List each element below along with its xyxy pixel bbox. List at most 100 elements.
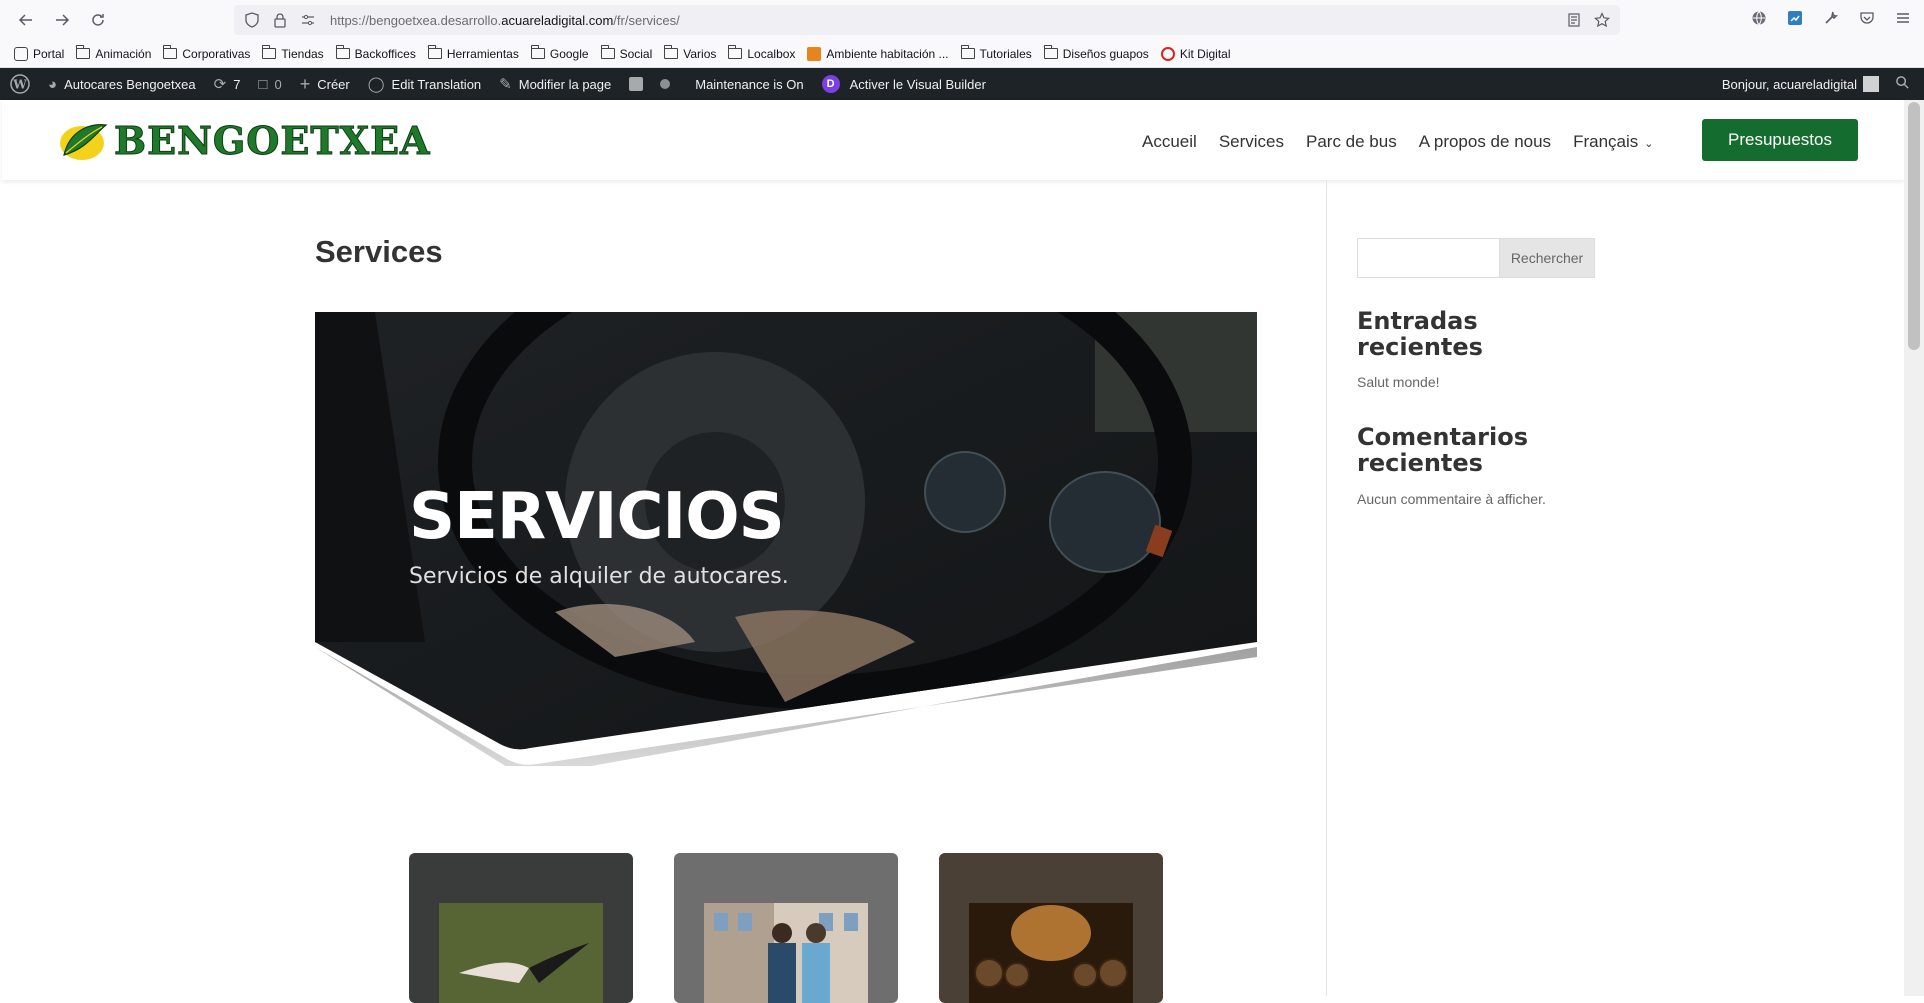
folder-icon (76, 45, 91, 59)
maintenance-label: Maintenance is On (695, 76, 804, 92)
reader-view-icon[interactable] (1566, 12, 1582, 32)
avatar[interactable] (1863, 76, 1879, 92)
bookmark-kit-digital[interactable]: Kit Digital (1160, 46, 1231, 61)
plus-icon: + (299, 73, 311, 94)
admin-search-icon[interactable] (1895, 75, 1910, 93)
bookmark-portal[interactable]: Portal (14, 46, 64, 61)
wrench-icon[interactable] (1822, 9, 1840, 27)
folder-icon (530, 45, 545, 59)
reload-icon[interactable] (80, 2, 116, 38)
folder-icon (728, 45, 743, 59)
admin-greeting[interactable]: Bonjour, acuareladigital (1722, 77, 1857, 92)
nav-a-propos[interactable]: A propos de nous (1419, 132, 1551, 152)
nav-accueil[interactable]: Accueil (1142, 132, 1197, 152)
chevron-down-icon: ⌄ (1644, 138, 1654, 150)
bookmark-folder-disenos[interactable]: Diseños guapos (1043, 45, 1149, 61)
bookmark-folder-google[interactable]: Google (530, 45, 589, 61)
bookmark-star-icon[interactable] (1594, 12, 1610, 32)
bookmark-label: Corporativas (182, 46, 251, 61)
admin-site-name[interactable]: ◕ Autocares Bengoetxea (39, 68, 205, 100)
admin-maintenance[interactable]: Maintenance is On (686, 68, 812, 100)
lock-icon[interactable] (272, 12, 288, 28)
folder-icon (600, 45, 615, 59)
presupuestos-button[interactable]: Presupuestos (1702, 119, 1858, 161)
bookmark-label: Herramientas (446, 46, 519, 61)
folder-icon (262, 45, 277, 59)
admin-comments[interactable]: □ 0 (249, 68, 290, 100)
search-input[interactable] (1357, 238, 1500, 278)
url-text: https://bengoetxea.desarrollo.acuareladi… (330, 12, 680, 28)
divi-icon: D (821, 75, 840, 93)
admin-modify-page[interactable]: ✎ Modifier la page (490, 68, 620, 100)
sidebar-divider (1326, 180, 1327, 996)
comments-icon: □ (258, 75, 268, 93)
recent-post-link[interactable]: Salut monde! (1357, 374, 1440, 390)
dashboard-icon: ◕ (48, 75, 58, 93)
bookmark-folder-corporativas[interactable]: Corporativas (163, 45, 251, 61)
no-comments-text: Aucun commentaire à afficher. (1357, 491, 1546, 507)
bookmark-label: Backoffices (354, 46, 416, 61)
admin-yoast[interactable] (620, 68, 686, 100)
nav-services[interactable]: Services (1219, 132, 1284, 152)
scrollbar-thumb[interactable] (1908, 102, 1920, 350)
menu-icon[interactable] (1894, 9, 1912, 27)
wine-cellar-image (969, 903, 1133, 1003)
back-icon[interactable] (8, 2, 44, 38)
admin-visual-builder[interactable]: D Activer le Visual Builder (813, 68, 995, 100)
bookmark-label: Localbox (747, 46, 796, 61)
nav-language[interactable]: Français ⌄ (1573, 132, 1653, 152)
bookmark-folder-backoffices[interactable]: Backoffices (335, 45, 416, 61)
hero-banner: SERVICIOS Servicios de alquiler de autoc… (315, 312, 1257, 766)
main-nav: Accueil Services Parc de bus A propos de… (1142, 132, 1653, 152)
bookmark-label: Diseños guapos (1062, 46, 1149, 61)
folder-icon (163, 45, 178, 59)
address-bar[interactable]: https://bengoetxea.desarrollo.acuareladi… (234, 5, 1620, 35)
bookmark-label: Kit Digital (1179, 46, 1231, 61)
permissions-icon[interactable] (300, 12, 316, 28)
extension-screenshot-icon[interactable] (1786, 9, 1804, 27)
browser-extensions (1750, 9, 1912, 27)
bookmark-folder-varios[interactable]: Varios (664, 45, 717, 61)
school-children-image (704, 903, 868, 1003)
wedding-hands-image (439, 903, 603, 1003)
bookmark-folder-tiendas[interactable]: Tiendas (262, 45, 324, 61)
create-label: Créer (317, 76, 350, 92)
shield-icon[interactable] (244, 12, 260, 28)
forward-icon[interactable] (44, 2, 80, 38)
site-logo[interactable]: BENGOETXEA (56, 118, 431, 164)
site-header: BENGOETXEA Accueil Services Parc de bus … (2, 100, 1904, 180)
nav-parc-de-bus[interactable]: Parc de bus (1306, 132, 1397, 152)
bookmark-label: Animación (95, 46, 152, 61)
service-card-weddings[interactable] (409, 853, 633, 1003)
wordpress-logo-icon[interactable]: W (0, 68, 39, 100)
bookmark-label: Varios (683, 46, 717, 61)
search-button[interactable]: Rechercher (1499, 238, 1595, 278)
admin-edit-translation[interactable]: ◯ Edit Translation (359, 68, 490, 100)
bookmark-folder-social[interactable]: Social (600, 45, 653, 61)
seo-status-dot-icon (660, 79, 671, 89)
hero-title: SERVICIOS (409, 480, 785, 554)
bookmark-label: Social (619, 46, 653, 61)
folder-icon (960, 45, 975, 59)
pocket-icon[interactable] (1858, 9, 1876, 27)
kit-digital-favicon-icon (1160, 46, 1175, 61)
bookmark-folder-localbox[interactable]: Localbox (728, 45, 796, 61)
bookmarks-bar: Portal Animación Corporativas Tiendas Ba… (0, 40, 1924, 68)
extension-globe-icon[interactable] (1750, 9, 1768, 27)
bookmark-ambiente[interactable]: Ambiente habitación ... (807, 46, 949, 61)
folder-icon (335, 45, 350, 59)
site-name-label: Autocares Bengoetxea (64, 76, 196, 92)
bookmark-label: Tiendas (281, 46, 324, 61)
service-card-schools[interactable] (674, 853, 898, 1003)
admin-create[interactable]: + Créer (291, 68, 359, 100)
bookmark-folder-tutoriales[interactable]: Tutoriales (960, 45, 1032, 61)
visual-builder-label: Activer le Visual Builder (849, 76, 986, 92)
service-card-excursions[interactable] (939, 853, 1163, 1003)
bookmark-folder-herramientas[interactable]: Herramientas (427, 45, 519, 61)
translation-icon: ◯ (367, 76, 385, 93)
bookmark-folder-animacion[interactable]: Animación (76, 45, 152, 61)
admin-updates[interactable]: ⟳ 7 (205, 68, 250, 100)
bookmark-label: Google (549, 46, 589, 61)
pencil-icon: ✎ (499, 76, 512, 93)
recent-posts-title: Entradas recientes (1357, 307, 1483, 361)
